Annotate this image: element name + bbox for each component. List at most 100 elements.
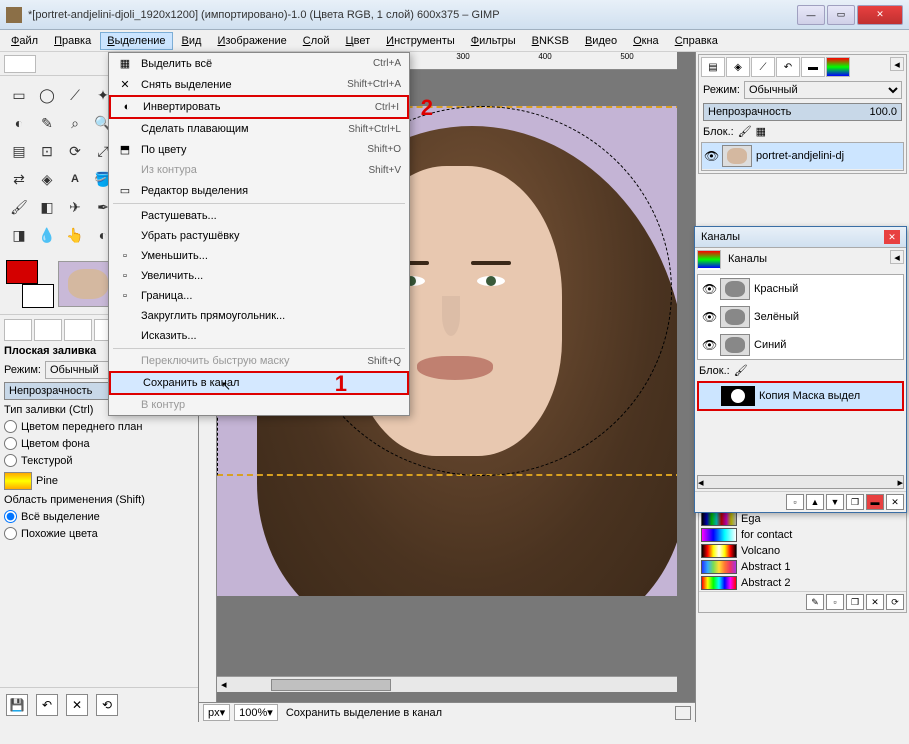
menu-item-увеличить---[interactable]: ▫Увеличить... [109, 266, 409, 286]
panel-close-button[interactable]: ✕ [884, 230, 900, 244]
options-tab-2[interactable] [34, 319, 62, 341]
color-picker-tool[interactable]: ⌕ [62, 110, 88, 136]
menu-видео[interactable]: Видео [578, 32, 624, 50]
fill-pattern-radio[interactable]: Текстурой [4, 452, 194, 469]
layers-tab-2[interactable] [826, 57, 850, 77]
visibility-icon[interactable]: 👁 [702, 282, 716, 296]
gradient-item[interactable]: for contact [699, 527, 906, 543]
visibility-icon[interactable]: 👁 [702, 338, 716, 352]
layer-name[interactable]: portret-andjelini-dj [756, 150, 844, 162]
menu-bnksb[interactable]: BNKSB [525, 32, 576, 50]
gradient-item[interactable]: Abstract 2 [699, 575, 906, 591]
foreground-select-tool[interactable]: ◐ [6, 110, 32, 136]
menu-окна[interactable]: Окна [626, 32, 666, 50]
menu-item-убрать-растуш-вку[interactable]: Убрать растушёвку [109, 226, 409, 246]
del-grad-button[interactable]: ✕ [866, 594, 884, 610]
refresh-grad-button[interactable]: ⟳ [886, 594, 904, 610]
gradient-item[interactable]: Volcano [699, 543, 906, 559]
options-tab-1[interactable] [4, 319, 32, 341]
menu-item-уменьшить---[interactable]: ▫Уменьшить... [109, 246, 409, 266]
raise-channel-button[interactable]: ▲ [806, 494, 824, 510]
edit-grad-button[interactable]: ✎ [806, 594, 824, 610]
delete-options-button[interactable]: ✕ [66, 694, 88, 716]
menu-цвет[interactable]: Цвет [339, 32, 378, 50]
menu-item-инвертировать[interactable]: ◐ИнвертироватьCtrl+I2 [109, 95, 409, 119]
menu-item-исказить---[interactable]: Исказить... [109, 326, 409, 346]
layer-item[interactable]: 👁 portret-andjelini-dj [702, 143, 903, 170]
menu-item-граница---[interactable]: ▫Граница... [109, 286, 409, 306]
save-options-button[interactable]: 💾 [6, 694, 28, 716]
dup-channel-button[interactable]: ❐ [846, 494, 864, 510]
blur-tool[interactable]: 💧 [34, 222, 60, 248]
gradient-item[interactable]: Ega [699, 511, 906, 527]
free-select-tool[interactable]: ⟋ [62, 82, 88, 108]
menu-item-редактор-выделения[interactable]: ▭Редактор выделения [109, 180, 409, 201]
nav-button[interactable] [675, 706, 691, 720]
options-tab-3[interactable] [64, 319, 92, 341]
lock-icon[interactable]: 🖌 [734, 364, 748, 377]
airbrush-tool[interactable]: ✈ [62, 194, 88, 220]
hist-tab[interactable]: ▬ [801, 57, 825, 77]
new-channel-button[interactable]: ▫ [786, 494, 804, 510]
fg-bg-colors[interactable] [6, 260, 54, 308]
menu-item-выделить-вс-[interactable]: ▦Выделить всёCtrl+A [109, 53, 409, 74]
menu-item-по-цвету[interactable]: ⬒По цветуShift+O [109, 139, 409, 160]
lock-alpha-icon[interactable]: ▦ [756, 125, 766, 138]
paintbrush-tool[interactable]: 🖌 [6, 194, 32, 220]
perspective-clone-tool[interactable]: ◨ [6, 222, 32, 248]
layer-mode-select[interactable]: Обычный [744, 81, 902, 99]
fg-color[interactable] [6, 260, 38, 284]
lower-channel-button[interactable]: ▼ [826, 494, 844, 510]
lock-pixels-icon[interactable]: 🖌 [738, 125, 752, 138]
ellipse-select-tool[interactable]: ◯ [34, 82, 60, 108]
menu-изображение[interactable]: Изображение [210, 32, 293, 50]
unit-selector[interactable]: px ▾ [203, 704, 230, 721]
panel-menu[interactable]: ◂ [890, 57, 904, 71]
minimize-button[interactable]: — [797, 5, 825, 25]
menu-слой[interactable]: Слой [296, 32, 337, 50]
toolbox-tab[interactable] [4, 55, 36, 73]
channel-red[interactable]: 👁 Красный [698, 275, 903, 303]
crop-tool[interactable]: ⊡ [34, 138, 60, 164]
restore-options-button[interactable]: ↶ [36, 694, 58, 716]
gradient-item[interactable]: Abstract 1 [699, 559, 906, 575]
close-button[interactable]: ✕ [857, 5, 903, 25]
menu-item-снять-выделение[interactable]: ✕Снять выделениеShift+Ctrl+A [109, 74, 409, 95]
channel-green[interactable]: 👁 Зелёный [698, 303, 903, 331]
rotate-tool[interactable]: ⟳ [62, 138, 88, 164]
to-sel-button[interactable]: ▬ [866, 494, 884, 510]
channel-blue[interactable]: 👁 Синий [698, 331, 903, 359]
menu-правка[interactable]: Правка [47, 32, 98, 50]
channel-mask-item[interactable]: Копия Маска выдел [699, 383, 902, 409]
text-tool[interactable]: A [62, 166, 88, 192]
paths-tab[interactable]: ⟋ [751, 57, 775, 77]
menu-item-сделать-плавающим[interactable]: Сделать плавающимShift+Ctrl+L [109, 119, 409, 139]
pattern-swatch[interactable] [4, 472, 32, 490]
menu-выделение[interactable]: Выделение [100, 32, 172, 50]
visibility-icon[interactable]: 👁 [702, 310, 716, 324]
menu-item-сохранить-в-канал[interactable]: Сохранить в канал↖1 [109, 371, 409, 395]
flip-tool[interactable]: ⇄ [6, 166, 32, 192]
zoom-display[interactable]: 100% ▾ [234, 704, 278, 721]
bg-color[interactable] [22, 284, 54, 308]
area-similar-radio[interactable]: Похожие цвета [4, 525, 194, 542]
rect-select-tool[interactable]: ▭ [6, 82, 32, 108]
reset-options-button[interactable]: ⟲ [96, 694, 118, 716]
layer-opacity-slider[interactable]: Непрозрачность 100.0 [703, 103, 902, 121]
channels-tab-active[interactable] [697, 250, 721, 270]
maximize-button[interactable]: ▭ [827, 5, 855, 25]
menu-item-растушевать---[interactable]: Растушевать... [109, 206, 409, 226]
channels-tab[interactable]: ◈ [726, 57, 750, 77]
horizontal-scrollbar[interactable]: ◂ [217, 676, 677, 692]
fill-fg-radio[interactable]: Цветом переднего план [4, 418, 194, 435]
layers-tab[interactable]: ▤ [701, 57, 725, 77]
cage-tool[interactable]: ◈ [34, 166, 60, 192]
new-grad-button[interactable]: ▫ [826, 594, 844, 610]
del-channel-button[interactable]: ✕ [886, 494, 904, 510]
undo-tab[interactable]: ↶ [776, 57, 800, 77]
menu-файл[interactable]: Файл [4, 32, 45, 50]
channels-menu[interactable]: ◂ [890, 250, 904, 264]
visibility-icon[interactable]: 👁 [704, 149, 718, 163]
mask-name[interactable]: Копия Маска выдел [759, 390, 860, 402]
fill-bg-radio[interactable]: Цветом фона [4, 435, 194, 452]
